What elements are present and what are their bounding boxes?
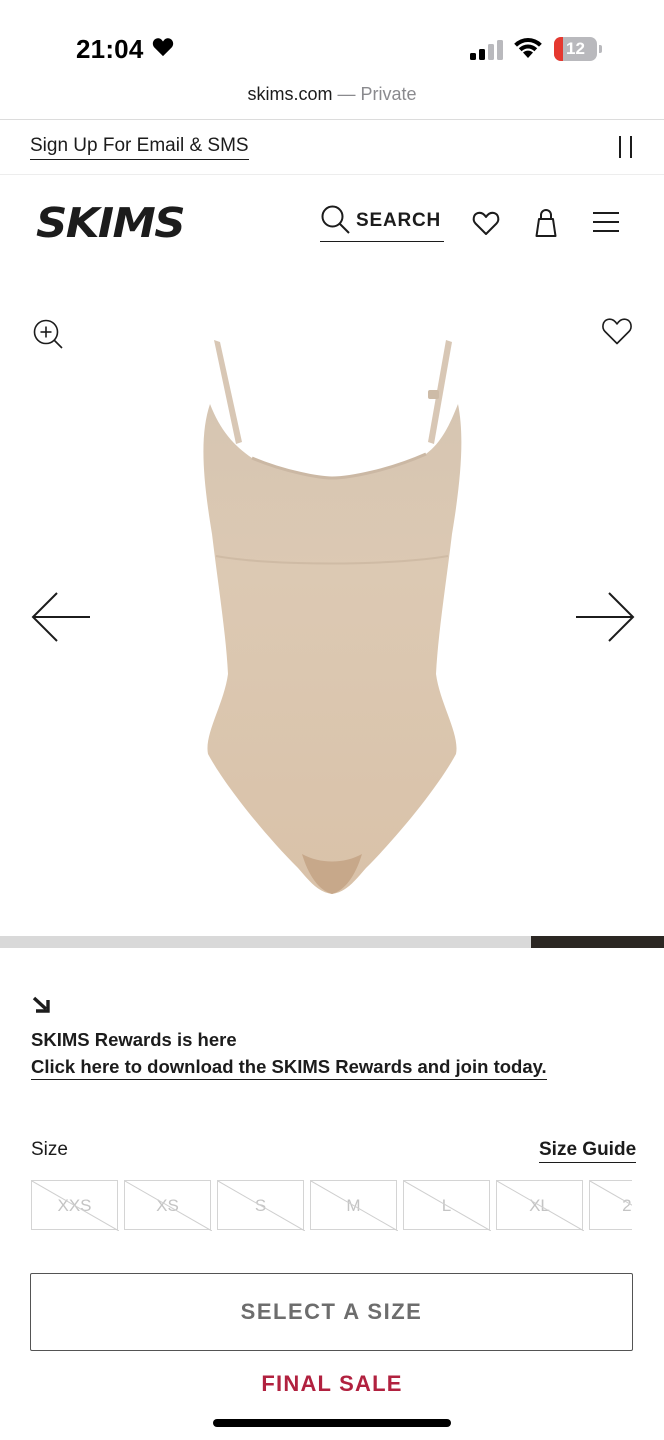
size-option-xl[interactable]: XL — [496, 1180, 584, 1231]
unavailable-strike — [497, 1181, 584, 1231]
pause-button[interactable] — [614, 134, 638, 160]
size-options: XXSXSSMLXL2X — [31, 1180, 632, 1232]
arrow-down-right-icon — [32, 996, 50, 1013]
hamburger-menu-icon[interactable] — [592, 211, 620, 233]
select-size-button[interactable]: SELECT A SIZE — [30, 1273, 633, 1351]
url-separator: — — [332, 84, 361, 104]
rewards-download-link[interactable]: Click here to download the SKIMS Rewards… — [31, 1056, 547, 1080]
cellular-signal-icon — [470, 40, 503, 60]
battery-level: 12 — [566, 39, 585, 58]
browser-url-bar[interactable]: skims.com — Private — [0, 84, 664, 105]
search-label: SEARCH — [356, 210, 442, 231]
home-indicator — [213, 1419, 451, 1427]
size-option-xxs[interactable]: XXS — [31, 1180, 119, 1231]
private-mode-label: Private — [360, 84, 417, 104]
size-label: Size — [31, 1139, 68, 1160]
divider — [0, 174, 664, 175]
size-guide-link[interactable]: Size Guide — [539, 1139, 637, 1163]
zoom-in-icon[interactable] — [32, 318, 64, 350]
arrow-right-icon[interactable] — [574, 590, 636, 644]
size-option-l[interactable]: L — [403, 1180, 491, 1231]
battery-indicator: 12 — [554, 37, 602, 61]
status-bar: 21:04 12 — [0, 0, 664, 80]
url-domain: skims.com — [247, 84, 333, 104]
skims-logo[interactable]: SKIMS — [36, 197, 186, 245]
product-image — [203, 340, 462, 894]
bag-icon[interactable] — [532, 208, 560, 238]
unavailable-strike — [590, 1181, 632, 1206]
wifi-icon — [514, 37, 542, 58]
size-option-m[interactable]: M — [310, 1180, 398, 1231]
unavailable-strike — [218, 1181, 305, 1231]
gallery-progress-fill — [531, 936, 664, 948]
favorite-heart-icon[interactable] — [601, 316, 633, 346]
gallery-progress-track — [0, 936, 664, 948]
rewards-title: SKIMS Rewards is here — [31, 1029, 237, 1050]
unavailable-strike — [32, 1181, 119, 1231]
arrow-left-icon[interactable] — [30, 590, 92, 644]
heart-icon[interactable] — [472, 210, 500, 236]
product-gallery[interactable] — [0, 290, 664, 936]
heart-icon — [152, 38, 174, 57]
size-option-2x[interactable]: 2X — [589, 1180, 632, 1230]
svg-text:SKIMS: SKIMS — [36, 199, 184, 245]
clock-time: 21:04 — [76, 34, 144, 64]
size-option-s[interactable]: S — [217, 1180, 305, 1231]
divider — [0, 119, 664, 120]
unavailable-strike — [311, 1181, 398, 1231]
email-sms-signup-link[interactable]: Sign Up For Email & SMS — [30, 135, 249, 160]
search-icon — [321, 205, 350, 234]
size-option-xs[interactable]: XS — [124, 1180, 212, 1231]
final-sale-label: FINAL SALE — [261, 1371, 403, 1396]
search-button[interactable]: SEARCH — [320, 204, 444, 242]
unavailable-strike — [125, 1181, 212, 1231]
unavailable-strike — [404, 1181, 491, 1231]
